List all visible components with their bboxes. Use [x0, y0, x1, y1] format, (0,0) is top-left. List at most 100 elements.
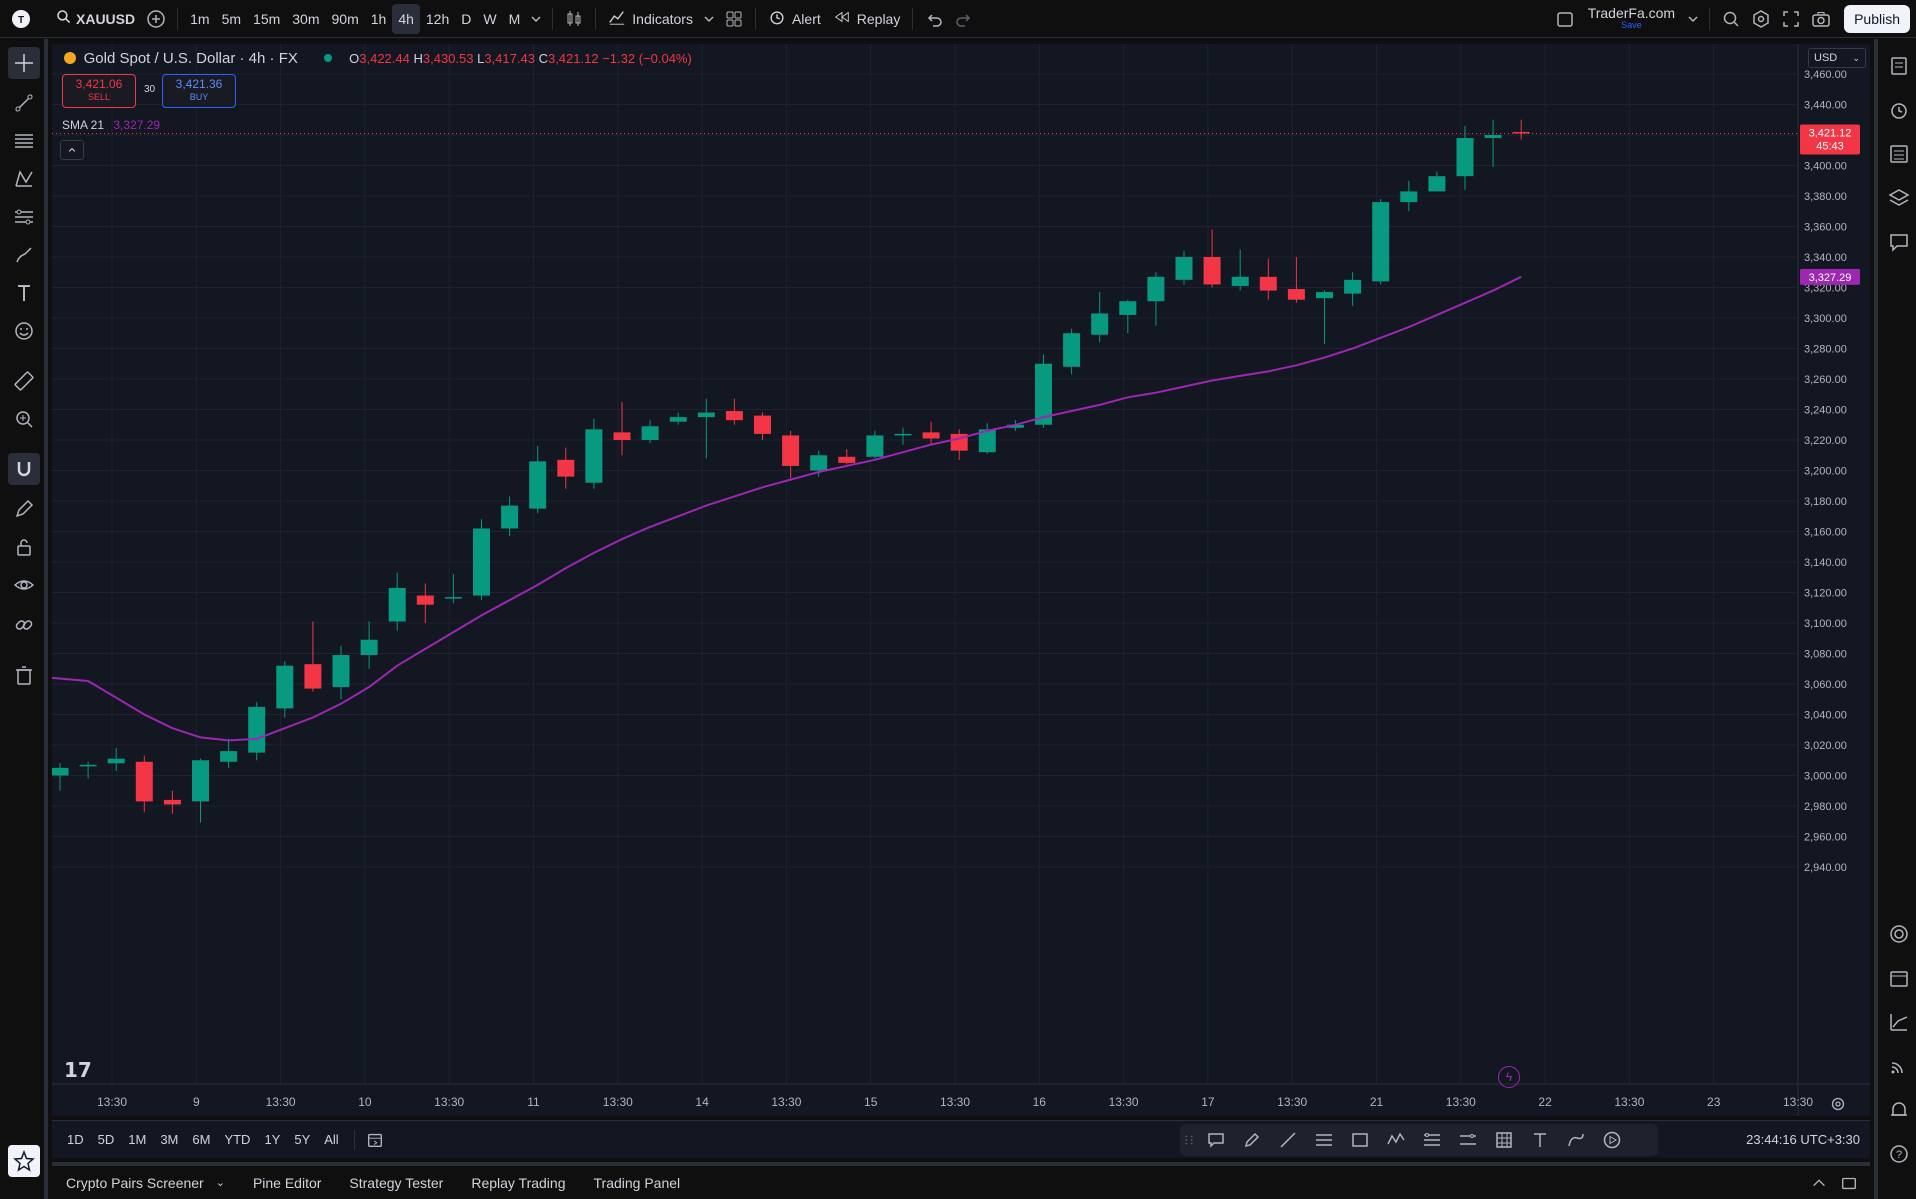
alerts-clock-icon[interactable]: [1884, 95, 1914, 125]
tab-replay-trading[interactable]: Replay Trading: [457, 1175, 579, 1191]
sma-legend[interactable]: SMA 21 3,327.29: [62, 118, 160, 132]
buy-button[interactable]: 3,421.36 BUY: [162, 74, 236, 108]
watchlist-icon[interactable]: [1884, 51, 1914, 81]
stay-in-drawing-icon[interactable]: [8, 493, 40, 525]
undo-icon[interactable]: [919, 4, 949, 34]
tab-trading-panel[interactable]: Trading Panel: [580, 1175, 695, 1191]
range-1d[interactable]: 1D: [60, 1132, 91, 1147]
tab-pine-editor[interactable]: Pine Editor: [239, 1175, 335, 1191]
range-3m[interactable]: 3M: [153, 1132, 185, 1147]
emoji-icon[interactable]: [8, 315, 40, 347]
crosshair-icon[interactable]: [8, 47, 40, 79]
trash-icon[interactable]: [8, 659, 40, 691]
layout-grid-icon[interactable]: [719, 4, 749, 34]
text-icon[interactable]: [1522, 1124, 1558, 1156]
range-5y[interactable]: 5Y: [287, 1132, 317, 1147]
ruler-icon[interactable]: [8, 365, 40, 397]
quick-search-icon[interactable]: [1716, 4, 1746, 34]
chevron-down-icon[interactable]: [1683, 4, 1703, 34]
link-icon[interactable]: [8, 609, 40, 641]
pattern-icon[interactable]: [8, 163, 40, 195]
bell-icon[interactable]: [1884, 1095, 1914, 1125]
checkbox-icon[interactable]: [1550, 4, 1580, 34]
app-logo-icon[interactable]: T: [6, 4, 36, 34]
path-icon[interactable]: [1558, 1124, 1594, 1156]
lock-icon[interactable]: [8, 531, 40, 563]
chat-icon[interactable]: [1884, 227, 1914, 257]
layers-icon[interactable]: [1884, 183, 1914, 213]
grid-icon[interactable]: [1486, 1124, 1522, 1156]
fullscreen-icon[interactable]: [1776, 4, 1806, 34]
range-6m[interactable]: 6M: [185, 1132, 217, 1147]
sell-button[interactable]: 3,421.06 SELL: [62, 74, 136, 108]
eye-icon[interactable]: [8, 569, 40, 601]
forecast-icon[interactable]: [8, 201, 40, 233]
layout-name[interactable]: TraderFa.com Save: [1588, 6, 1675, 31]
interval-4h[interactable]: 4h: [392, 3, 420, 34]
goto-date-icon[interactable]: [363, 1128, 387, 1152]
text-tool-icon[interactable]: [8, 277, 40, 309]
interval-30m[interactable]: 30m: [286, 4, 325, 34]
collapse-legend-button[interactable]: [60, 140, 84, 160]
object-tree-icon[interactable]: [1884, 139, 1914, 169]
range-ytd[interactable]: YTD: [217, 1132, 257, 1147]
symbol-legend[interactable]: Gold Spot / U.S. Dollar · 4h · FX O3,422…: [64, 50, 692, 67]
range-5d[interactable]: 5D: [91, 1132, 122, 1147]
settings-icon[interactable]: [1746, 4, 1776, 34]
axis-settings-icon[interactable]: [1830, 1096, 1846, 1112]
indicators-button[interactable]: Indicators: [602, 4, 699, 34]
maximize-panel-icon[interactable]: [1834, 1174, 1864, 1192]
horizontal-lines-icon[interactable]: [1306, 1124, 1342, 1156]
callout-icon[interactable]: [1198, 1124, 1234, 1156]
chart-plot[interactable]: 3,460.003,440.003,420.003,400.003,380.00…: [52, 44, 1870, 1116]
range-1m[interactable]: 1M: [121, 1132, 153, 1147]
chevron-up-icon[interactable]: [1804, 1174, 1834, 1192]
brush-icon[interactable]: [8, 239, 40, 271]
channel-icon[interactable]: [1450, 1124, 1486, 1156]
fib-icon[interactable]: [1414, 1124, 1450, 1156]
alert-button[interactable]: Alert: [762, 4, 827, 34]
target-icon[interactable]: [1884, 919, 1914, 949]
clock-display[interactable]: 23:44:16 UTC+3:30: [1746, 1132, 1860, 1147]
interval-5m[interactable]: 5m: [216, 4, 247, 34]
camera-icon[interactable]: [1806, 4, 1836, 34]
interval-m[interactable]: M: [503, 4, 527, 34]
range-1y[interactable]: 1Y: [257, 1132, 287, 1147]
line-tool-icon[interactable]: [1270, 1124, 1306, 1156]
calendar-icon[interactable]: [1884, 963, 1914, 993]
wave-icon[interactable]: [1378, 1124, 1414, 1156]
trend-line-icon[interactable]: [8, 87, 40, 119]
redo-icon[interactable]: [949, 4, 979, 34]
interval-12h[interactable]: 12h: [420, 4, 455, 34]
chart-pane[interactable]: 3,460.003,440.003,420.003,400.003,380.00…: [52, 44, 1870, 1116]
star-icon[interactable]: [8, 1145, 40, 1177]
drag-handle-icon[interactable]: [1180, 1124, 1198, 1156]
fib-lines-icon[interactable]: [8, 125, 40, 157]
rectangle-icon[interactable]: [1342, 1124, 1378, 1156]
pen-icon[interactable]: [1234, 1124, 1270, 1156]
candles-icon[interactable]: [559, 4, 589, 34]
lightning-icon[interactable]: ϟ: [1498, 1066, 1520, 1088]
play-circle-icon[interactable]: [1594, 1124, 1630, 1156]
magnet-icon[interactable]: [8, 453, 40, 485]
interval-90m[interactable]: 90m: [326, 4, 365, 34]
interval-w[interactable]: W: [477, 4, 502, 34]
chart-line-icon[interactable]: [1884, 1007, 1914, 1037]
zoom-in-icon[interactable]: [8, 403, 40, 435]
replay-button[interactable]: Replay: [827, 4, 907, 34]
interval-15m[interactable]: 15m: [247, 4, 286, 34]
chevron-down-icon[interactable]: [526, 4, 546, 34]
publish-button[interactable]: Publish: [1844, 4, 1910, 33]
currency-select[interactable]: USD ⌄: [1808, 48, 1866, 68]
help-icon[interactable]: ?: [1884, 1139, 1914, 1169]
interval-1h[interactable]: 1h: [365, 4, 393, 34]
tradingview-logo[interactable]: 17: [64, 1058, 92, 1082]
tab-strategy-tester[interactable]: Strategy Tester: [335, 1175, 457, 1191]
interval-d[interactable]: D: [455, 4, 477, 34]
interval-1m[interactable]: 1m: [184, 4, 215, 34]
range-all[interactable]: All: [317, 1132, 345, 1147]
compare-add-icon[interactable]: [141, 4, 171, 34]
tab-crypto-pairs-screener[interactable]: Crypto Pairs Screener ⌄: [52, 1175, 239, 1191]
chevron-down-icon[interactable]: [699, 4, 719, 34]
symbol-search[interactable]: XAUUSD: [50, 4, 141, 34]
